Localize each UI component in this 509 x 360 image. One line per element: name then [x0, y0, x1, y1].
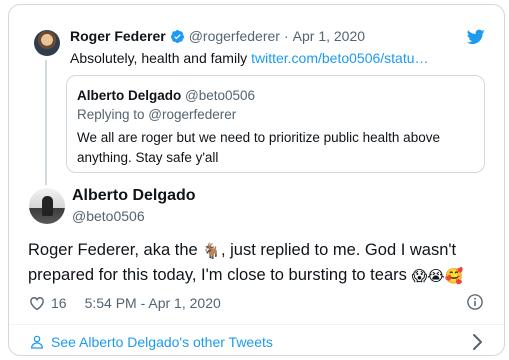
quoted-author-handle[interactable]: @beto0506: [185, 88, 255, 103]
like-count[interactable]: 16: [51, 295, 67, 311]
tweet-date[interactable]: Apr 1, 2020: [293, 28, 365, 44]
tweet-link[interactable]: twitter.com/beto0506/statu…: [251, 50, 428, 66]
tweet-text: Absolutely, health and family: [70, 50, 248, 66]
avatar[interactable]: [34, 30, 60, 56]
info-icon[interactable]: [466, 293, 484, 311]
quoted-tweet-header: Alberto Delgado @beto0506: [77, 88, 255, 103]
thread-line: [45, 60, 47, 185]
quoted-tweet[interactable]: Alberto Delgado @beto0506 Replying to @r…: [66, 75, 485, 173]
avatar[interactable]: [29, 188, 65, 224]
embedded-tweet-card: Roger Federer @rogerfederer · Apr 1, 202…: [8, 4, 505, 356]
see-other-tweets-link[interactable]: See Alberto Delgado's other Tweets: [29, 334, 273, 350]
tweet-text-part: Roger Federer, aka the: [28, 241, 203, 259]
author-name[interactable]: Roger Federer: [70, 28, 166, 44]
see-other-tweets-label[interactable]: See Alberto Delgado's other Tweets: [51, 334, 273, 350]
author-name[interactable]: Alberto Delgado: [72, 187, 196, 205]
tweet-timestamp[interactable]: 5:54 PM - Apr 1, 2020: [85, 295, 221, 311]
parent-tweet-header: Roger Federer @rogerfederer · Apr 1, 202…: [70, 28, 365, 44]
reaction-emojis: 😱😭🥰: [411, 267, 464, 285]
main-tweet-text: Roger Federer, aka the 🐐, just replied t…: [28, 238, 498, 288]
twitter-bird-icon[interactable]: [467, 29, 485, 45]
quoted-author-name[interactable]: Alberto Delgado: [77, 88, 181, 103]
divider: [9, 324, 504, 325]
chevron-right-icon[interactable]: [470, 333, 484, 351]
quoted-tweet-text: We all are roger but we need to prioriti…: [77, 130, 440, 165]
author-handle[interactable]: @beto0506: [72, 208, 145, 224]
replying-to: Replying to @rogerfederer: [77, 107, 237, 122]
author-handle[interactable]: @rogerfederer: [189, 28, 280, 44]
heart-icon[interactable]: [28, 294, 46, 312]
person-icon: [31, 335, 43, 349]
verified-badge-icon: [170, 29, 184, 43]
tweet-meta: 16 5:54 PM - Apr 1, 2020: [28, 292, 221, 314]
parent-tweet[interactable]: Roger Federer @rogerfederer · Apr 1, 202…: [9, 5, 504, 185]
goat-emoji: 🐐: [202, 242, 221, 260]
parent-tweet-text: Absolutely, health and family twitter.co…: [70, 50, 429, 66]
separator-dot: ·: [283, 28, 289, 44]
